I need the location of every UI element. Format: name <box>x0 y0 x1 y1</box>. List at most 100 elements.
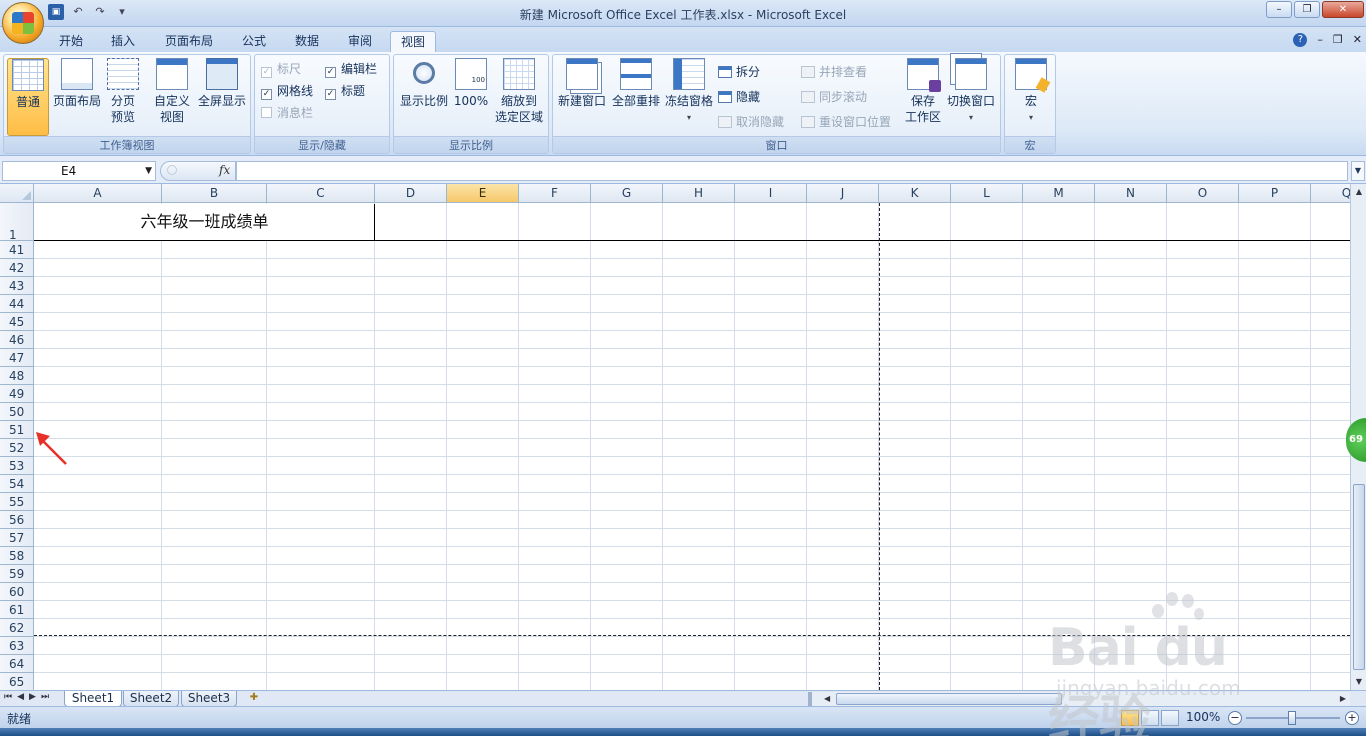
row-header-45[interactable]: 45 <box>0 313 34 331</box>
column-header-e[interactable]: E <box>447 184 519 203</box>
sheet-tab-sheet2[interactable]: Sheet2 <box>123 691 179 707</box>
minimize-button[interactable]: – <box>1266 1 1292 18</box>
prev-sheet-icon[interactable]: ◀ <box>17 692 24 702</box>
page-layout-view-button[interactable]: 页面布局 <box>51 58 103 109</box>
ribbon-close-button[interactable]: ✕ <box>1353 33 1362 47</box>
page-break-preview-button[interactable]: 分页 预览 <box>104 58 142 125</box>
column-header-o[interactable]: O <box>1167 184 1239 203</box>
gridlines-checkbox[interactable]: ✓ 网格线 <box>261 82 313 100</box>
row-header-53[interactable]: 53 <box>0 457 34 475</box>
zoom-100-button[interactable]: 100% <box>452 58 490 109</box>
unhide-button[interactable]: 取消隐藏 <box>718 113 784 131</box>
column-header-k[interactable]: K <box>879 184 951 203</box>
column-header-a[interactable]: A <box>34 184 162 203</box>
row-header-1[interactable]: 1 <box>0 203 34 242</box>
merged-title-cell[interactable]: 六年级一班成绩单 <box>35 204 375 240</box>
custom-views-button[interactable]: 自定义 视图 <box>150 58 194 125</box>
page-layout-shortcut-icon[interactable] <box>1141 710 1159 726</box>
row-header-43[interactable]: 43 <box>0 277 34 295</box>
restore-button[interactable]: ❐ <box>1294 1 1320 18</box>
zoom-in-icon[interactable]: + <box>1345 711 1359 725</box>
row-header-41[interactable]: 41 <box>0 241 34 259</box>
formula-input[interactable] <box>236 161 1348 181</box>
freeze-panes-button[interactable]: 冻结窗格 ▾ <box>663 58 715 126</box>
row-header-60[interactable]: 60 <box>0 583 34 601</box>
row-header-62[interactable]: 62 <box>0 619 34 637</box>
save-workspace-button[interactable]: 保存 工作区 <box>902 58 944 125</box>
row-header-49[interactable]: 49 <box>0 385 34 403</box>
row-header-44[interactable]: 44 <box>0 295 34 313</box>
expand-formula-bar-icon[interactable]: ▼ <box>1351 161 1365 181</box>
first-sheet-icon[interactable]: ⏮ <box>4 692 12 702</box>
zoom-out-icon[interactable]: − <box>1228 711 1242 725</box>
row-header-55[interactable]: 55 <box>0 493 34 511</box>
page-break-shortcut-icon[interactable] <box>1161 710 1179 726</box>
insert-sheet-icon[interactable]: ✚ <box>243 692 265 706</box>
close-button[interactable]: ✕ <box>1322 1 1364 18</box>
column-header-l[interactable]: L <box>951 184 1023 203</box>
chevron-down-icon[interactable]: ▼ <box>145 162 152 180</box>
row-header-65[interactable]: 65 <box>0 673 34 690</box>
hide-button[interactable]: 隐藏 <box>718 88 760 106</box>
name-box[interactable]: E4 ▼ <box>2 161 156 181</box>
row-header-50[interactable]: 50 <box>0 403 34 421</box>
macros-button[interactable]: 宏 ▾ <box>1011 58 1051 126</box>
column-header-f[interactable]: F <box>519 184 591 203</box>
tab-insert[interactable]: 插入 <box>102 31 144 52</box>
split-button[interactable]: 拆分 <box>718 63 760 81</box>
row-header-52[interactable]: 52 <box>0 439 34 457</box>
fullscreen-button[interactable]: 全屏显示 <box>195 58 249 109</box>
scroll-up-icon[interactable]: ▲ <box>1352 184 1366 200</box>
horizontal-scroll-thumb[interactable] <box>836 693 1062 705</box>
tab-page-layout[interactable]: 页面布局 <box>158 31 220 52</box>
row-header-63[interactable]: 63 <box>0 637 34 655</box>
next-sheet-icon[interactable]: ▶ <box>29 692 36 702</box>
help-icon[interactable]: ? <box>1293 33 1308 47</box>
row-header-47[interactable]: 47 <box>0 349 34 367</box>
zoom-selection-button[interactable]: 缩放到 选定区域 <box>492 58 546 125</box>
column-header-p[interactable]: P <box>1239 184 1311 203</box>
select-all-corner[interactable] <box>0 184 34 203</box>
office-button[interactable] <box>2 2 44 44</box>
cancel-entry-icon[interactable] <box>167 165 177 175</box>
row-header-48[interactable]: 48 <box>0 367 34 385</box>
tab-view[interactable]: 视图 <box>390 31 436 52</box>
column-header-j[interactable]: J <box>807 184 879 203</box>
column-header-m[interactable]: M <box>1023 184 1095 203</box>
headings-checkbox[interactable]: ✓ 标题 <box>325 82 365 100</box>
sync-scroll-button[interactable]: 同步滚动 <box>801 88 867 106</box>
tab-home[interactable]: 开始 <box>50 31 92 52</box>
column-header-c[interactable]: C <box>267 184 375 203</box>
row-header-56[interactable]: 56 <box>0 511 34 529</box>
row-header-61[interactable]: 61 <box>0 601 34 619</box>
switch-windows-button[interactable]: 切换窗口 ▾ <box>945 58 997 126</box>
scroll-right-icon[interactable]: ▶ <box>1340 692 1346 706</box>
column-header-b[interactable]: B <box>162 184 267 203</box>
normal-view-shortcut-icon[interactable] <box>1121 710 1139 726</box>
column-header-g[interactable]: G <box>591 184 663 203</box>
column-header-n[interactable]: N <box>1095 184 1167 203</box>
row-header-57[interactable]: 57 <box>0 529 34 547</box>
ribbon-minimize-button[interactable]: – <box>1317 33 1323 47</box>
last-sheet-icon[interactable]: ⏭ <box>41 692 49 702</box>
sheet-tab-sheet3[interactable]: Sheet3 <box>181 691 237 707</box>
message-bar-checkbox[interactable]: 消息栏 <box>261 104 313 122</box>
zoom-button[interactable]: 显示比例 <box>398 58 450 109</box>
vertical-scroll-thumb[interactable] <box>1353 484 1365 670</box>
tab-data[interactable]: 数据 <box>285 31 329 52</box>
column-header-q[interactable]: Q <box>1311 184 1350 203</box>
ribbon-restore-button[interactable]: ❐ <box>1333 33 1343 47</box>
row-header-59[interactable]: 59 <box>0 565 34 583</box>
reset-position-button[interactable]: 重设窗口位置 <box>801 113 891 131</box>
ruler-checkbox[interactable]: ✓ 标尺 <box>261 60 301 78</box>
tab-review[interactable]: 审阅 <box>338 31 382 52</box>
row-header-54[interactable]: 54 <box>0 475 34 493</box>
column-header-h[interactable]: H <box>663 184 735 203</box>
horizontal-scrollbar[interactable]: ◀ ▶ <box>812 692 1350 706</box>
scroll-left-icon[interactable]: ◀ <box>824 692 830 706</box>
side-by-side-button[interactable]: 并排查看 <box>801 63 867 81</box>
normal-view-button[interactable]: 普通 <box>7 58 49 136</box>
row-header-46[interactable]: 46 <box>0 331 34 349</box>
insert-function-icon[interactable]: fx <box>219 163 230 177</box>
sheet-tab-sheet1[interactable]: Sheet1 <box>64 691 122 707</box>
